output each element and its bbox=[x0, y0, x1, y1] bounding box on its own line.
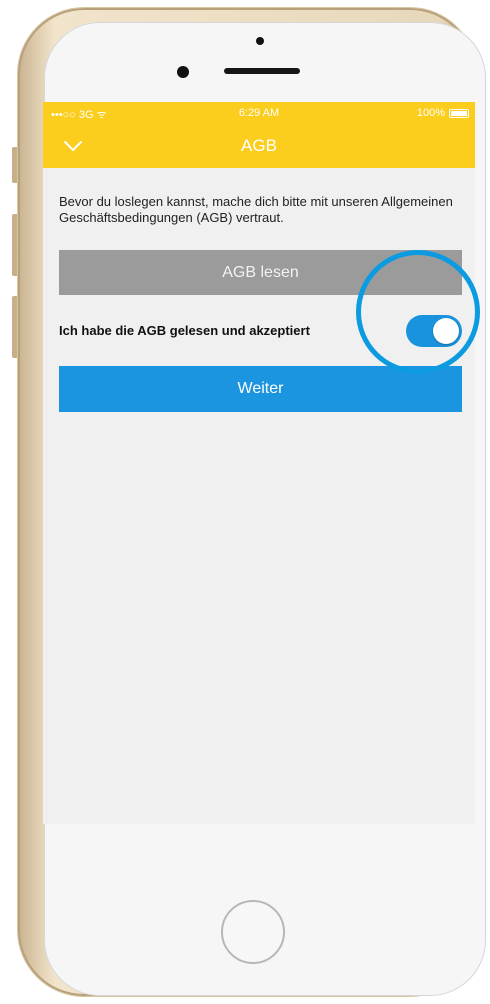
read-terms-button[interactable]: AGB lesen bbox=[59, 250, 462, 295]
battery-percent: 100% bbox=[416, 107, 445, 119]
proximity-sensor bbox=[256, 37, 264, 45]
accept-terms-label: Ich habe die AGB gelesen und akzeptiert bbox=[59, 323, 310, 338]
navigation-bar: AGB bbox=[43, 124, 475, 168]
home-button bbox=[221, 900, 285, 964]
page-title: AGB bbox=[241, 136, 277, 155]
accept-terms-row: Ich habe die AGB gelesen und akzeptiert bbox=[59, 310, 462, 352]
status-time: 6:29 AM bbox=[238, 107, 280, 119]
toggle-knob bbox=[433, 318, 459, 344]
intro-text: Bevor du loslegen kannst, mache dich bit… bbox=[59, 194, 453, 225]
status-bar: •••○○ 3G ᯤ 6:29 AM 100% bbox=[43, 102, 475, 124]
app-screen: •••○○ 3G ᯤ 6:29 AM 100% AGB Bevor du los… bbox=[43, 102, 475, 824]
front-camera bbox=[177, 66, 189, 78]
accept-terms-toggle[interactable] bbox=[406, 315, 462, 347]
next-button[interactable]: Weiter bbox=[59, 366, 462, 412]
earpiece-speaker bbox=[224, 68, 300, 74]
battery-icon bbox=[449, 109, 469, 118]
